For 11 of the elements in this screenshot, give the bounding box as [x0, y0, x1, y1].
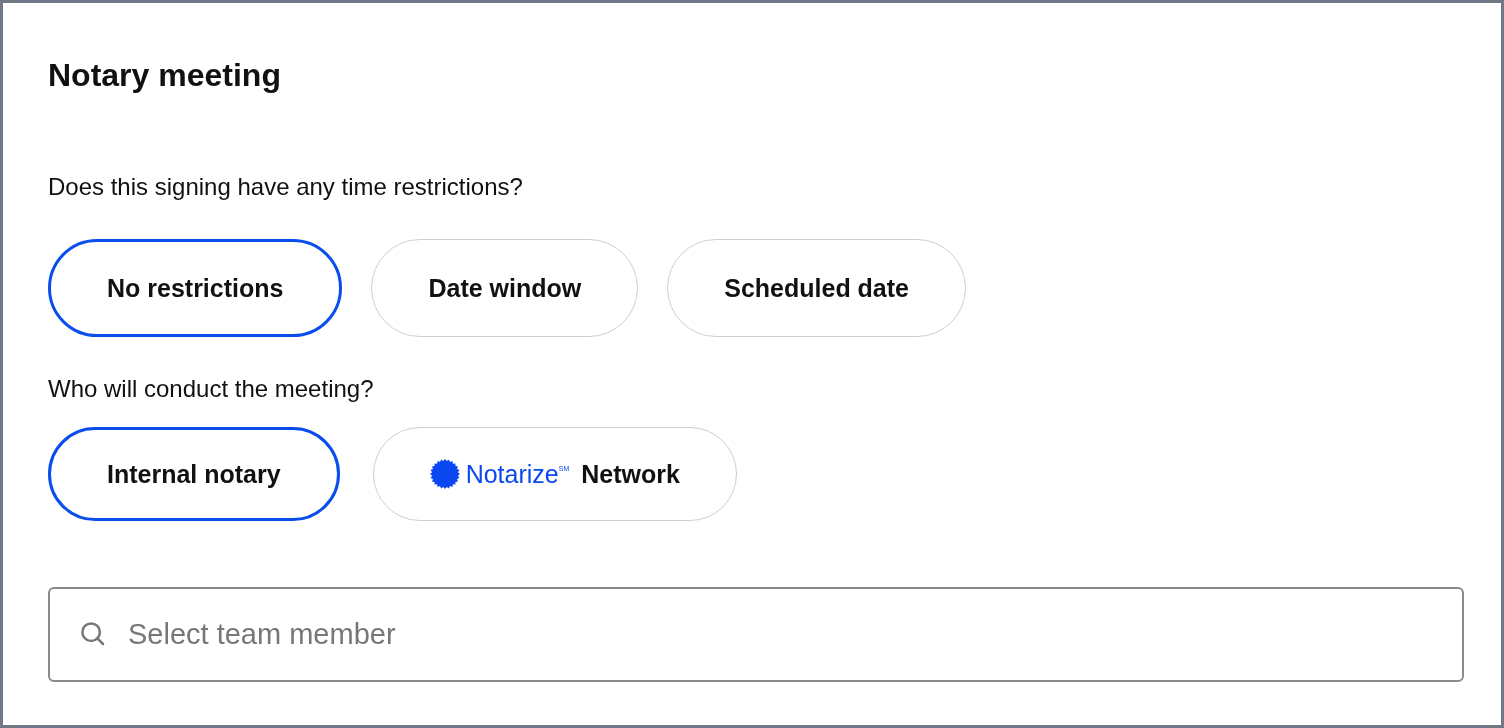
option-button[interactable]: Notarize$^{SM}$ Network — [372, 427, 737, 521]
option-button[interactable]: No restrictions — [48, 239, 343, 337]
option-button[interactable]: Scheduled date — [667, 239, 966, 337]
option-button[interactable]: Date window — [371, 239, 639, 337]
page-title: Notary meeting — [48, 56, 282, 95]
question-label: Does this signing have any time restrictions? — [48, 172, 524, 202]
brand-name: Notarize$^{SM}$ — [465, 459, 570, 489]
option-button[interactable]: Internal notary — [48, 427, 340, 521]
question-label: Who will conduct the meeting? — [48, 374, 375, 404]
search-field[interactable]: Select team member — [48, 587, 1464, 682]
seal-icon — [429, 459, 460, 489]
